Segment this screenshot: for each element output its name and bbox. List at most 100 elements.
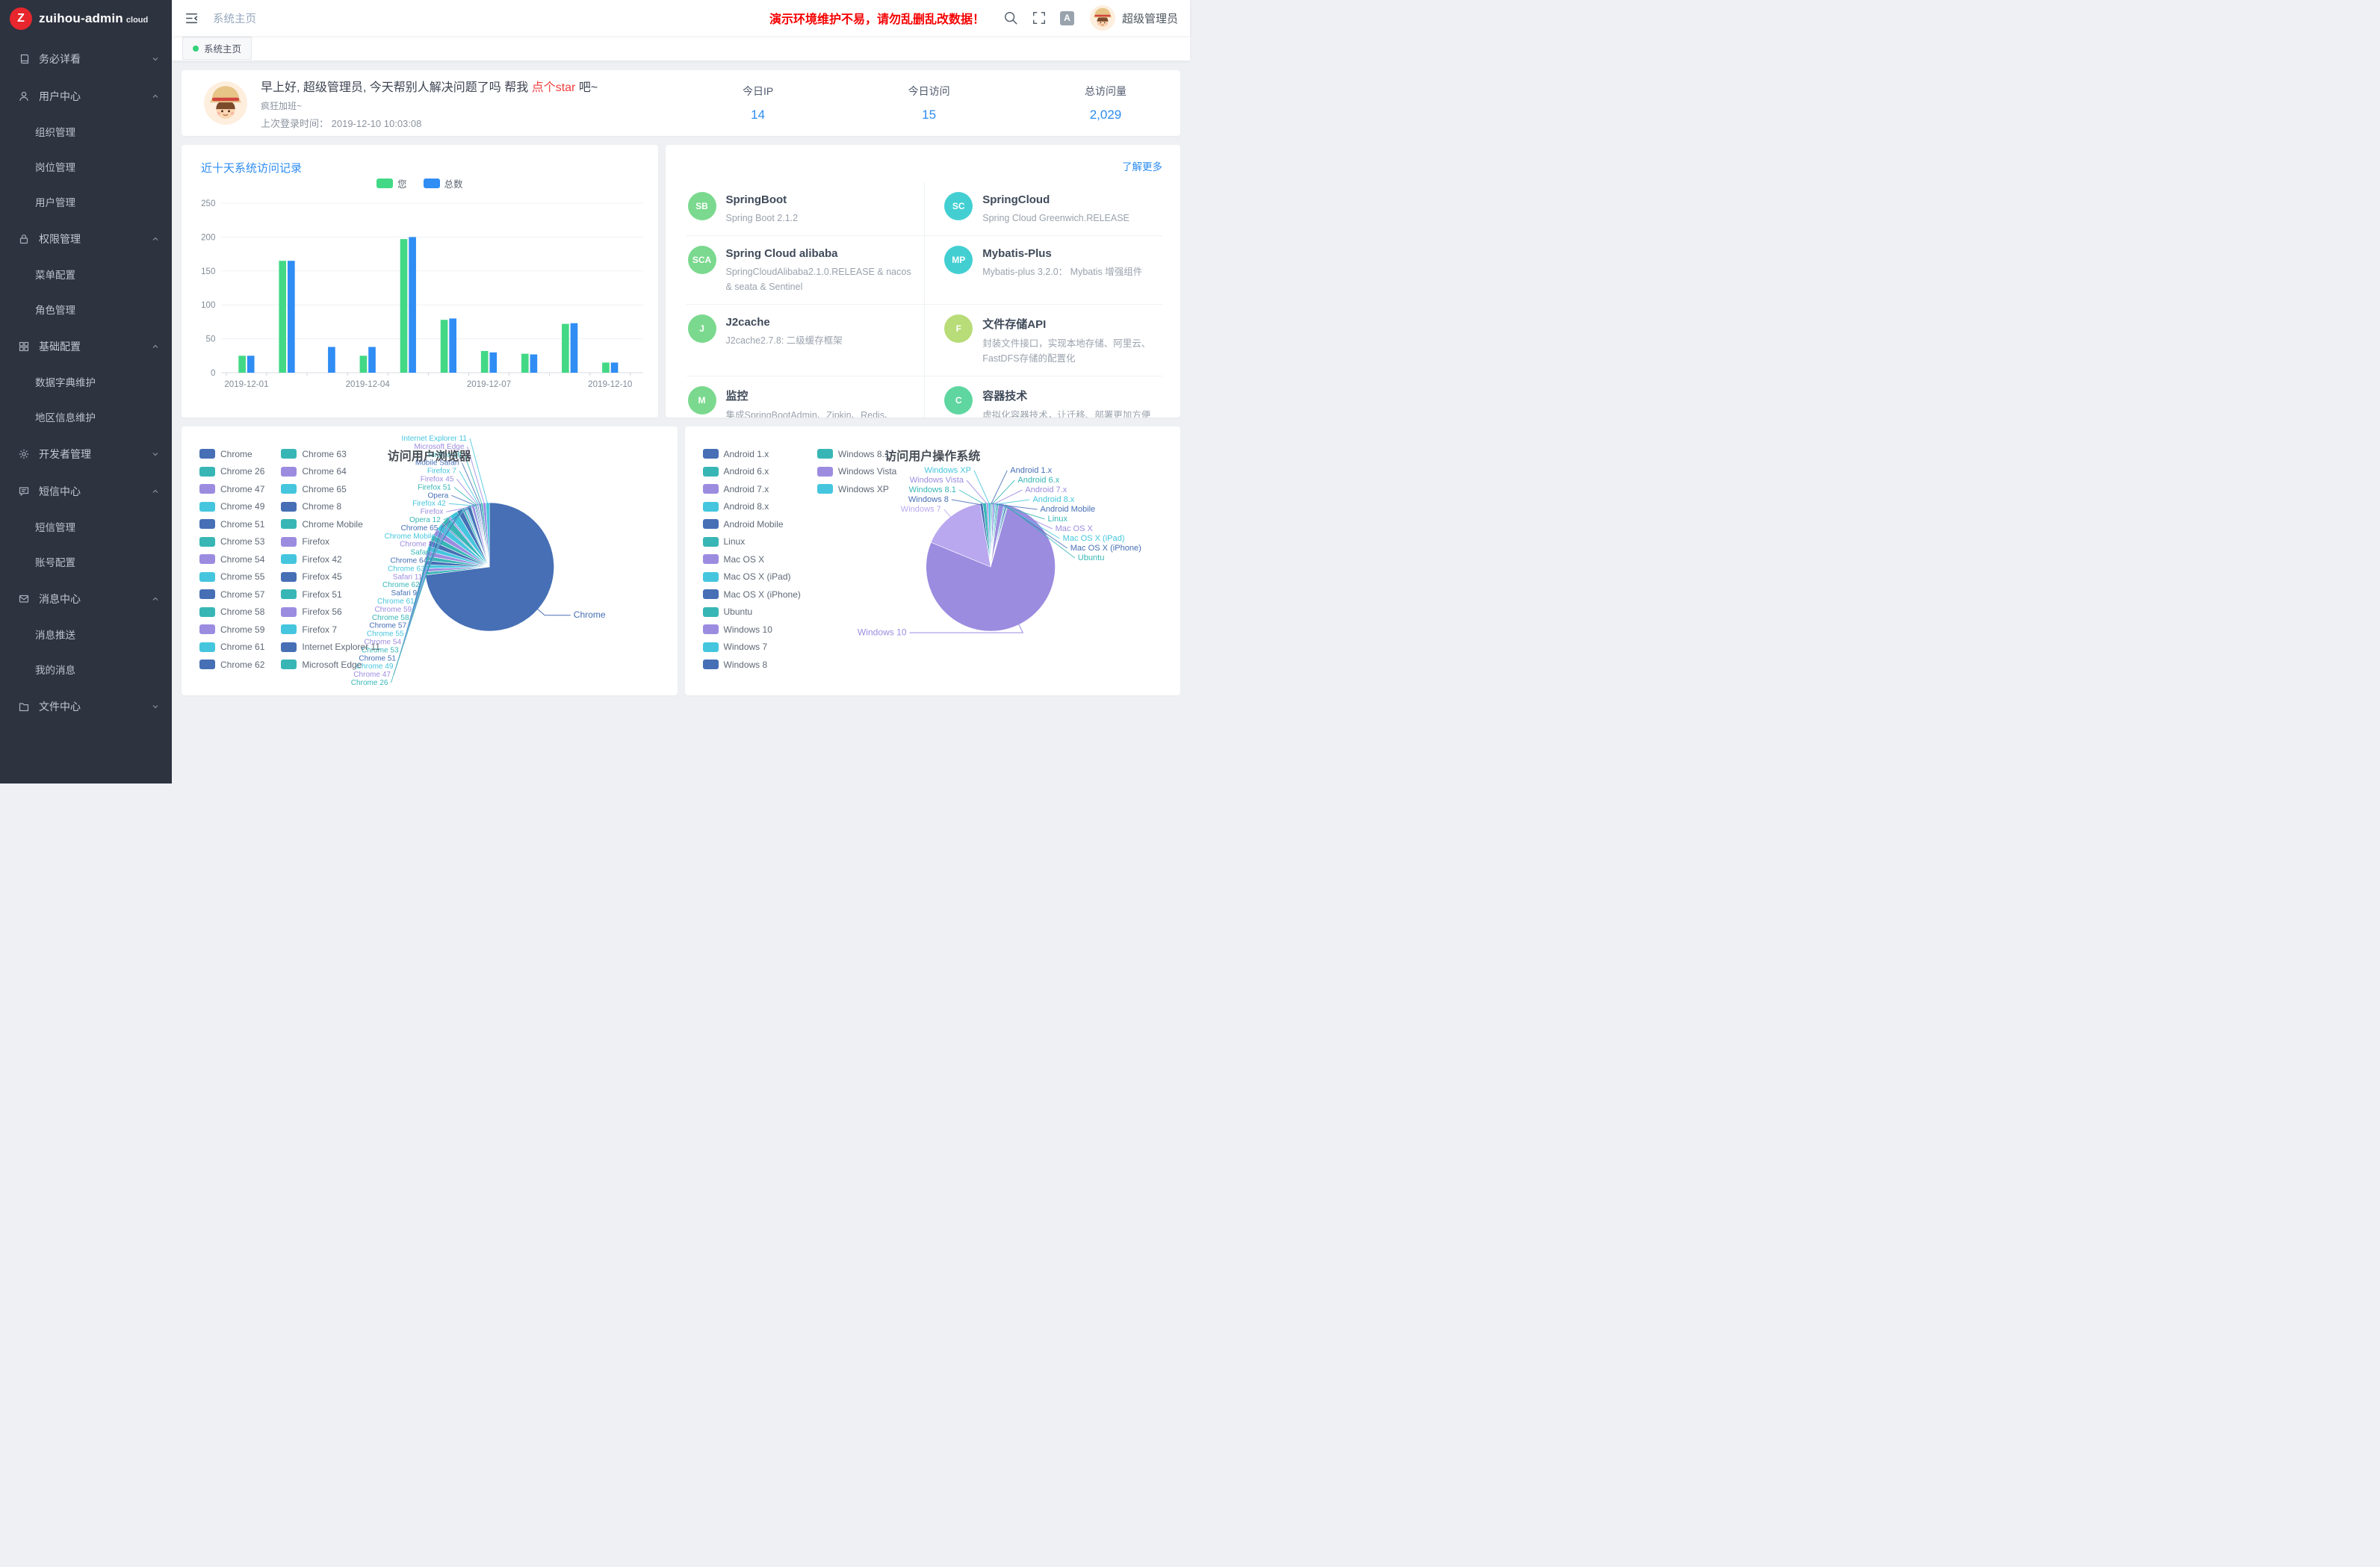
legend-item[interactable]: Windows Vista bbox=[817, 467, 896, 477]
legend-marker bbox=[199, 572, 215, 582]
legend-item[interactable]: Chrome 55 bbox=[199, 572, 264, 582]
sidebar-subitem[interactable]: 短信管理 bbox=[0, 510, 172, 545]
legend-item[interactable]: Internet Explorer 11 bbox=[281, 642, 380, 652]
sidebar-item-2[interactable]: 权限管理 bbox=[0, 220, 172, 258]
legend-item[interactable]: Mac OS X (iPhone) bbox=[703, 589, 801, 599]
legend-item[interactable]: Chrome 65 bbox=[281, 484, 380, 494]
legend-item[interactable]: Firefox 42 bbox=[281, 554, 380, 564]
collapse-sidebar-icon[interactable] bbox=[184, 10, 199, 26]
legend-item[interactable]: Android Mobile bbox=[703, 519, 801, 529]
legend-item[interactable]: Chrome 26 bbox=[199, 467, 264, 477]
sidebar-item-4[interactable]: 开发者管理 bbox=[0, 435, 172, 473]
svg-text:Android 7.x: Android 7.x bbox=[1025, 485, 1067, 494]
avatar-illustration bbox=[204, 81, 247, 125]
svg-text:Linux: Linux bbox=[1047, 515, 1067, 524]
legend-item[interactable]: Chrome 64 bbox=[281, 467, 380, 477]
legend-marker bbox=[703, 467, 719, 477]
legend-item[interactable]: Mac OS X bbox=[703, 554, 801, 564]
legend-item[interactable]: Firefox 7 bbox=[281, 624, 380, 634]
sidebar-subitem[interactable]: 用户管理 bbox=[0, 185, 172, 220]
sidebar-subitem[interactable]: 组织管理 bbox=[0, 115, 172, 150]
greeting-texts: 早上好, 超级管理员, 今天帮别人解决问题了吗 帮我 点个star 吧~ 疯狂加… bbox=[261, 77, 743, 130]
bar-legend-item[interactable]: 总数 bbox=[424, 176, 463, 190]
legend-item[interactable]: Windows 8.1 bbox=[817, 449, 896, 459]
legend-item[interactable]: Microsoft Edge bbox=[281, 660, 380, 669]
font-size-icon[interactable]: A bbox=[1060, 11, 1074, 25]
user-avatar[interactable] bbox=[1090, 5, 1115, 31]
legend-item[interactable]: Mac OS X (iPad) bbox=[703, 572, 801, 582]
sidebar-item-1[interactable]: 用户中心 bbox=[0, 78, 172, 115]
star-link[interactable]: 点个star bbox=[532, 81, 576, 94]
legend-item[interactable]: Windows XP bbox=[817, 484, 896, 494]
bar-chart-legend: 您 总数 bbox=[182, 176, 658, 190]
sidebar-subitem[interactable]: 数据字典维护 bbox=[0, 365, 172, 400]
stat-label: 今日IP bbox=[743, 84, 773, 99]
sidebar-item-7[interactable]: 文件中心 bbox=[0, 688, 172, 725]
legend-item[interactable]: Android 1.x bbox=[703, 449, 801, 459]
learn-more-link[interactable]: 了解更多 bbox=[1122, 158, 1162, 173]
legend-item[interactable]: Chrome 51 bbox=[199, 519, 264, 529]
svg-text:Chrome 59: Chrome 59 bbox=[374, 606, 412, 614]
legend-item[interactable]: Windows 7 bbox=[703, 642, 801, 652]
tab-home[interactable]: 系统主页 bbox=[182, 37, 252, 60]
app-name-suffix: cloud bbox=[126, 13, 148, 25]
svg-text:200: 200 bbox=[201, 232, 216, 242]
legend-marker bbox=[703, 642, 719, 652]
svg-text:Chrome 63: Chrome 63 bbox=[388, 565, 425, 573]
legend-item[interactable]: Firefox 56 bbox=[281, 607, 380, 617]
legend-item[interactable]: Firefox bbox=[281, 537, 380, 547]
legend-item[interactable]: Chrome 61 bbox=[199, 642, 264, 652]
legend-marker bbox=[376, 179, 393, 188]
legend-item[interactable]: Chrome Mobile bbox=[281, 519, 380, 529]
legend-label: Android 6.x bbox=[724, 466, 769, 477]
svg-text:Mobile Safari: Mobile Safari bbox=[415, 459, 459, 468]
legend-item[interactable]: Chrome 49 bbox=[199, 502, 264, 512]
sidebar-subitem[interactable]: 账号配置 bbox=[0, 545, 172, 580]
sidebar-item-6[interactable]: 消息中心 bbox=[0, 580, 172, 618]
legend-item[interactable]: Firefox 45 bbox=[281, 572, 380, 582]
sidebar-subitem[interactable]: 消息推送 bbox=[0, 618, 172, 653]
legend-item[interactable]: Chrome 53 bbox=[199, 537, 264, 547]
sidebar-subitem[interactable]: 岗位管理 bbox=[0, 150, 172, 185]
legend-item[interactable]: Ubuntu bbox=[703, 607, 801, 617]
svg-text:Internet Explorer 11: Internet Explorer 11 bbox=[402, 435, 468, 443]
legend-item[interactable]: Firefox 51 bbox=[281, 589, 380, 599]
feature-title: SpringBoot bbox=[726, 193, 799, 206]
fullscreen-icon[interactable] bbox=[1032, 10, 1047, 25]
legend-item[interactable]: Chrome 58 bbox=[199, 607, 264, 617]
app-logo[interactable]: Z zuihou-admin cloud bbox=[0, 0, 172, 37]
sidebar-subitem[interactable]: 菜单配置 bbox=[0, 258, 172, 293]
feature-desc: Mybatis-plus 3.2.0： Mybatis 增强组件 bbox=[982, 265, 1142, 279]
sidebar-item-3[interactable]: 基础配置 bbox=[0, 328, 172, 365]
legend-item[interactable]: Chrome 63 bbox=[281, 449, 380, 459]
legend-item[interactable]: Chrome bbox=[199, 449, 264, 459]
sidebar-item-0[interactable]: 务必详看 bbox=[0, 40, 172, 78]
svg-text:Chrome 62: Chrome 62 bbox=[382, 581, 420, 589]
legend-label: Chrome 51 bbox=[220, 519, 264, 530]
legend-item[interactable]: Chrome 57 bbox=[199, 589, 264, 599]
svg-text:2019-12-07: 2019-12-07 bbox=[467, 379, 511, 389]
legend-item[interactable]: Windows 8 bbox=[703, 660, 801, 669]
legend-item[interactable]: Android 8.x bbox=[703, 502, 801, 512]
legend-item[interactable]: Chrome 54 bbox=[199, 554, 264, 564]
feature-title: 文件存储API bbox=[982, 316, 1153, 332]
bar-chart-title: 近十天系统访问记录 bbox=[201, 160, 302, 176]
legend-marker bbox=[817, 484, 833, 494]
legend-item[interactable]: Chrome 8 bbox=[281, 502, 380, 512]
bar-legend-item[interactable]: 您 bbox=[376, 176, 407, 190]
search-icon[interactable] bbox=[1003, 10, 1018, 25]
username[interactable]: 超级管理员 bbox=[1122, 10, 1178, 26]
legend-item[interactable]: Android 7.x bbox=[703, 484, 801, 494]
sidebar-item-5[interactable]: 短信中心 bbox=[0, 473, 172, 510]
legend-item[interactable]: Windows 10 bbox=[703, 624, 801, 634]
sidebar-subitem[interactable]: 地区信息维护 bbox=[0, 400, 172, 435]
breadcrumb[interactable]: 系统主页 bbox=[213, 10, 256, 26]
sidebar-subitem[interactable]: 我的消息 bbox=[0, 653, 172, 688]
legend-item[interactable]: Chrome 59 bbox=[199, 624, 264, 634]
legend-item[interactable]: Linux bbox=[703, 537, 801, 547]
legend-item[interactable]: Android 6.x bbox=[703, 467, 801, 477]
sidebar-subitem[interactable]: 角色管理 bbox=[0, 293, 172, 328]
svg-text:150: 150 bbox=[201, 267, 216, 276]
legend-item[interactable]: Chrome 47 bbox=[199, 484, 264, 494]
legend-item[interactable]: Chrome 62 bbox=[199, 660, 264, 669]
